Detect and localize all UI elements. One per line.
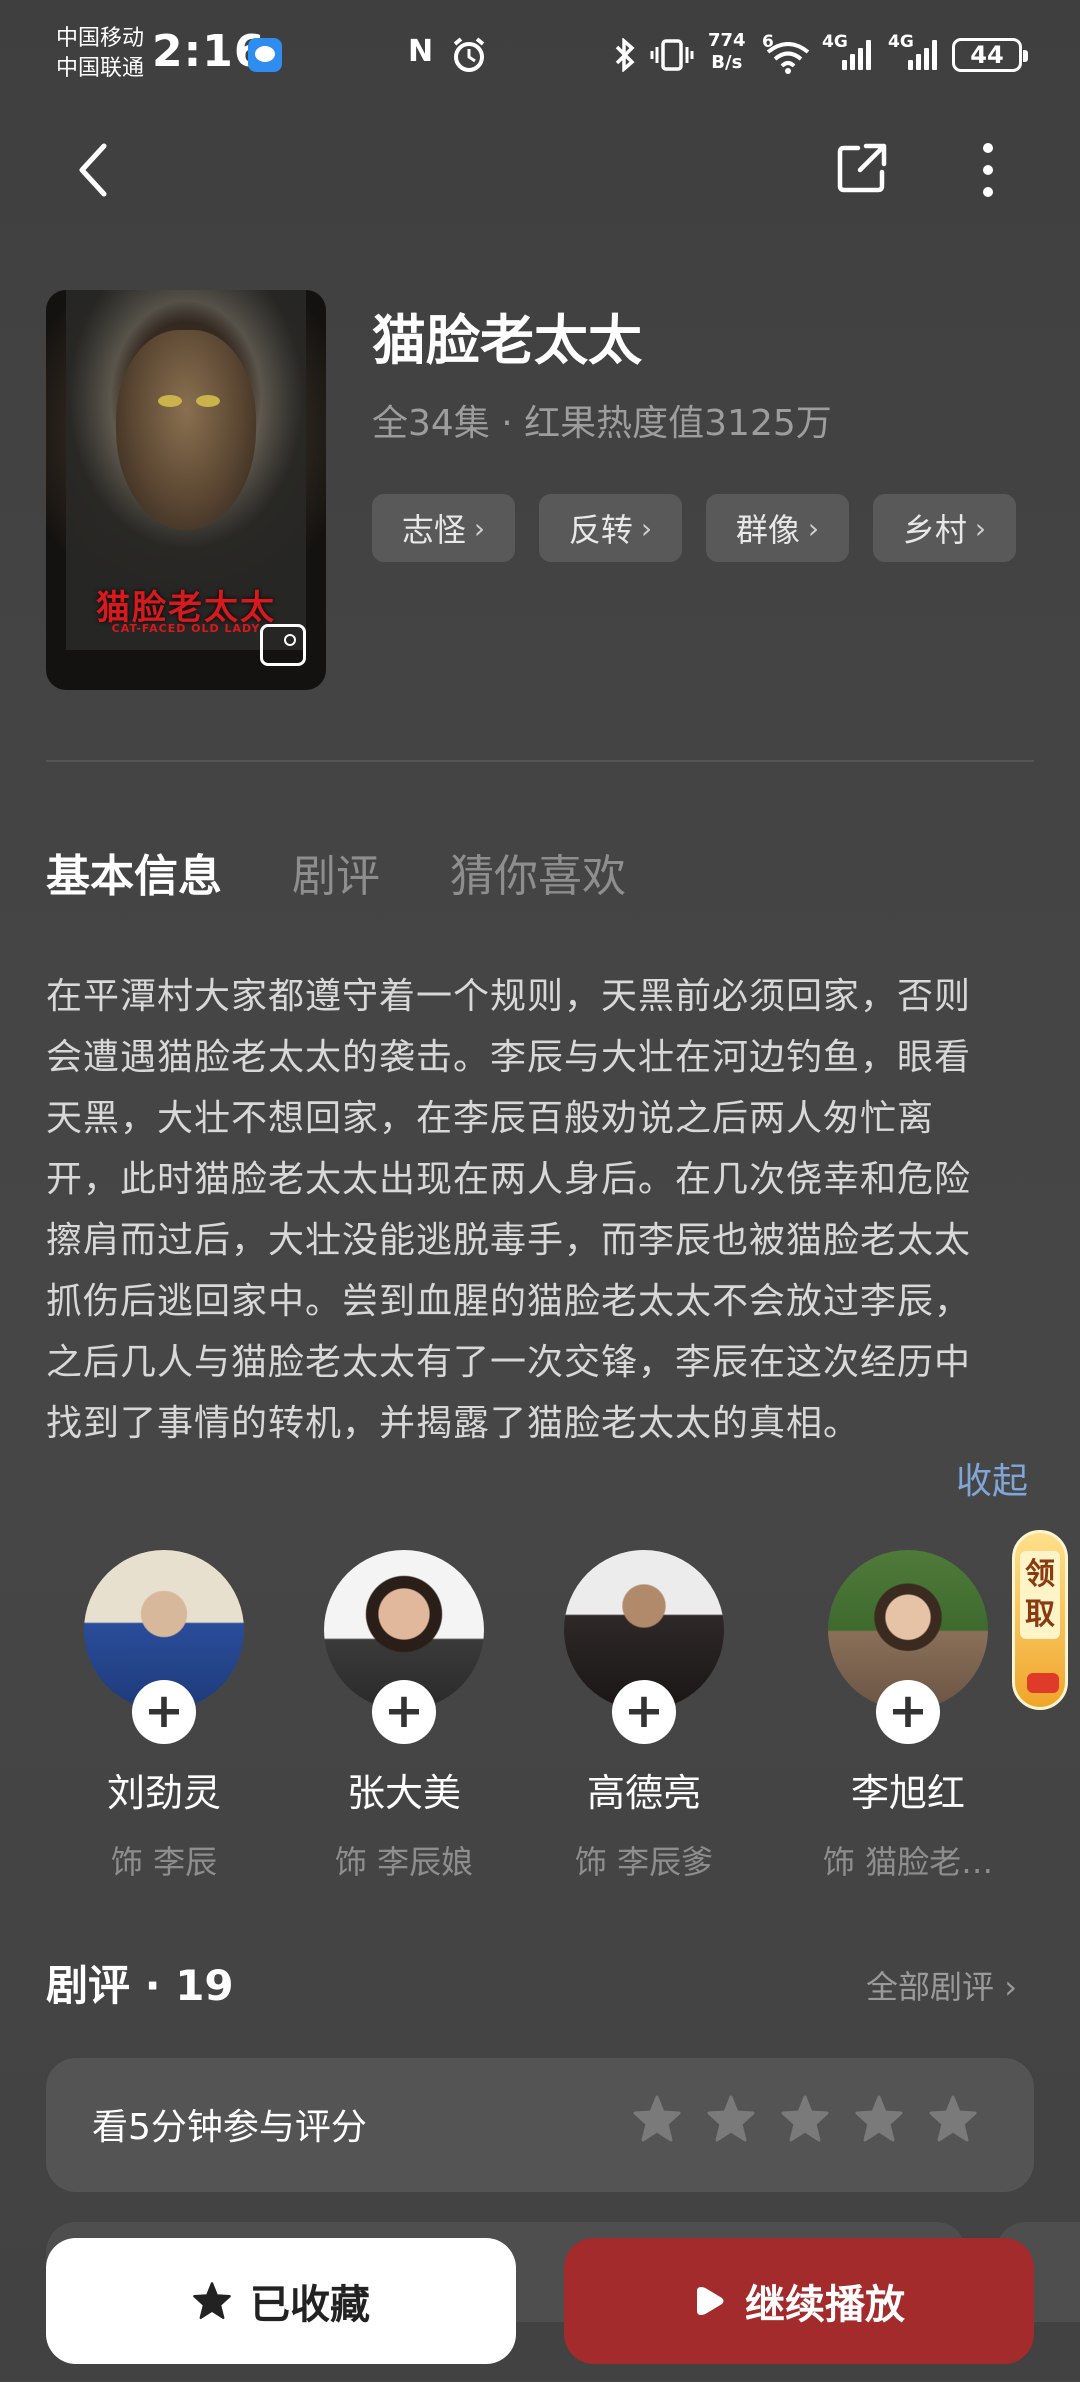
tag-label: 群像 [735, 511, 800, 549]
battery-indicator: 44 [952, 38, 1028, 72]
tab-recommendations[interactable]: 猜你喜欢 [450, 840, 626, 904]
tab-reviews[interactable]: 剧评 [292, 840, 380, 904]
carrier-names: 中国移动 中国联通 [56, 24, 144, 84]
cast-name: 高德亮 [586, 1771, 701, 1815]
star-icon[interactable] [780, 2094, 830, 2144]
network-speed-unit: B/s [711, 52, 743, 73]
all-reviews-link[interactable]: 全部剧评 › [866, 1962, 1017, 2008]
chevron-right-icon: › [974, 511, 987, 545]
star-icon[interactable] [706, 2094, 756, 2144]
nfc-icon: N [408, 34, 434, 69]
star-icon[interactable] [854, 2094, 904, 2144]
cast-list: + 刘劲灵 饰 李辰 + 张大美 饰 李辰娘 + 高德亮 饰 李辰爹 + 李旭红… [0, 1550, 1080, 1890]
poster-face [116, 330, 256, 530]
cast-role: 饰 李辰 [110, 1843, 218, 1881]
claim-reward-badge[interactable]: 领取 [1012, 1530, 1068, 1710]
chevron-right-icon: › [807, 511, 820, 545]
chevron-right-icon: › [640, 511, 653, 545]
reviews-title: 剧评 · 19 [46, 1961, 234, 2010]
collapse-link[interactable]: 收起 [956, 1452, 1028, 1504]
tag-list: 志怪 › 反转 › 群像 › 乡村 › [372, 494, 1016, 562]
cast-member[interactable]: + 张大美 饰 李辰娘 [294, 1550, 514, 1883]
message-app-icon [248, 38, 282, 72]
star-icon[interactable] [928, 2094, 978, 2144]
poster-eye-right [196, 395, 220, 407]
all-reviews-label: 全部剧评 [866, 1968, 995, 2006]
bluetooth-icon [615, 38, 635, 72]
tag-chip[interactable]: 志怪 › [372, 494, 515, 562]
tab-basic-info[interactable]: 基本信息 [46, 840, 222, 904]
tag-chip[interactable]: 群像 › [706, 494, 849, 562]
cast-member[interactable]: + 李旭红 饰 猫脸老… [798, 1550, 1018, 1883]
star-icon[interactable] [632, 2094, 682, 2144]
follow-plus-button[interactable]: + [372, 1680, 436, 1744]
cast-name: 刘劲灵 [106, 1771, 221, 1815]
favorite-label: 已收藏 [250, 2282, 370, 2328]
tag-chip[interactable]: 乡村 › [873, 494, 1016, 562]
favorite-button[interactable]: 已收藏 [46, 2238, 516, 2364]
network-speed-value: 774 [708, 30, 746, 51]
claim-label: 领取 [1020, 1551, 1060, 1639]
cast-role: 饰 猫脸老… [822, 1843, 994, 1881]
follow-plus-button[interactable]: + [612, 1680, 676, 1744]
cast-member[interactable]: + 高德亮 饰 李辰爹 [534, 1550, 754, 1883]
status-bar: 中国移动 中国联通 2:16 N 774 B/s 6 4G 4G 44 [0, 0, 1080, 110]
star-icon [193, 2282, 231, 2319]
rating-card: 看5分钟参与评分 [46, 2058, 1034, 2192]
continue-play-button[interactable]: 继续播放 [564, 2238, 1034, 2364]
cast-role: 饰 李辰娘 [334, 1843, 474, 1881]
drama-poster[interactable]: 猫脸老太太 CAT-FACED OLD LADY [46, 290, 326, 690]
section-divider [46, 760, 1034, 762]
follow-plus-button[interactable]: + [132, 1680, 196, 1744]
poster-eye-left [158, 395, 182, 407]
play-icon [697, 2287, 724, 2315]
star-rating[interactable] [632, 2094, 978, 2144]
follow-plus-button[interactable]: + [876, 1680, 940, 1744]
tag-label: 反转 [568, 511, 633, 549]
tag-label: 志怪 [401, 511, 466, 549]
back-icon[interactable] [70, 140, 120, 200]
cast-name: 张大美 [346, 1771, 461, 1815]
sim1-signal-icon [842, 40, 872, 70]
chevron-right-icon: › [1004, 1968, 1017, 2006]
tag-label: 乡村 [902, 511, 967, 549]
cast-name: 李旭红 [850, 1771, 965, 1815]
chevron-right-icon: › [473, 511, 486, 545]
cast-member[interactable]: + 刘劲灵 饰 李辰 [54, 1550, 274, 1883]
continue-play-label: 继续播放 [745, 2282, 905, 2328]
vibrate-icon [650, 39, 694, 71]
carrier-2: 中国联通 [56, 56, 145, 81]
more-options-icon[interactable] [970, 140, 1006, 200]
drama-meta: 全34集 · 红果热度值3125万 [372, 403, 832, 444]
share-icon[interactable] [836, 142, 888, 194]
network-speed: 774 B/s [708, 30, 746, 74]
alarm-icon [453, 37, 485, 72]
tag-chip[interactable]: 反转 › [539, 494, 682, 562]
drama-title: 猫脸老太太 [372, 309, 642, 372]
cast-role: 饰 李辰爹 [574, 1843, 714, 1881]
carrier-1: 中国移动 [56, 26, 145, 51]
rating-prompt: 看5分钟参与评分 [92, 2107, 367, 2148]
sim2-signal-icon [908, 40, 938, 70]
synopsis-text: 在平潭村大家都遵守着一个规则，天黑前必须回家，否则会遭遇猫脸老太太的袭击。李辰与… [46, 976, 972, 1444]
tab-bar: 基本信息 剧评 猜你喜欢 [46, 840, 626, 904]
gallery-icon[interactable] [260, 624, 306, 666]
wifi-icon [766, 42, 810, 74]
